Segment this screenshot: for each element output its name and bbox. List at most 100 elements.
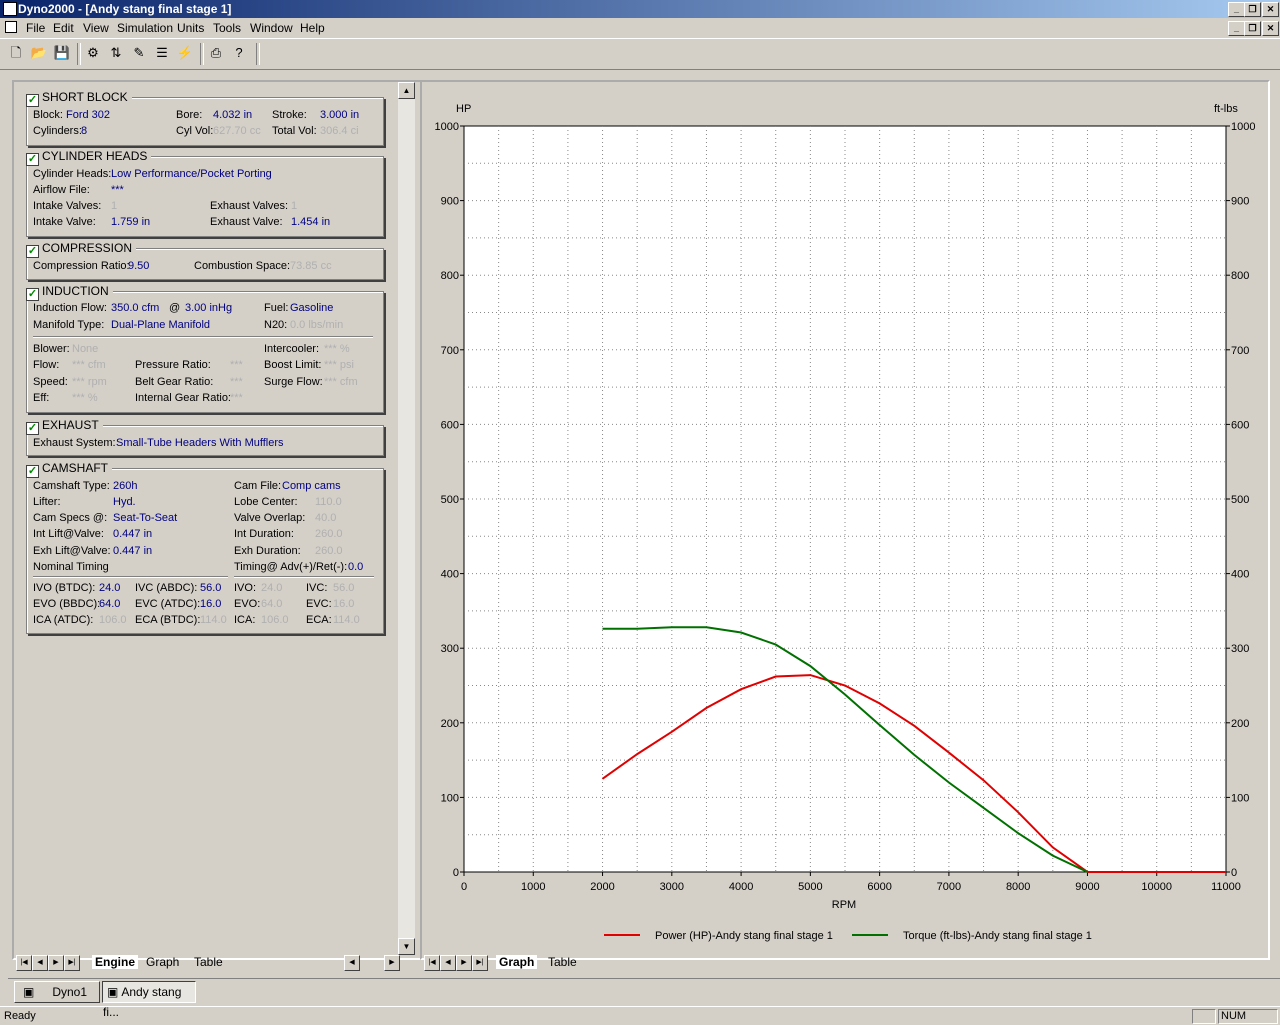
child-restore-icon[interactable]: ❐ — [1244, 21, 1261, 36]
cam-icon[interactable]: ⇅ — [106, 43, 126, 63]
print-icon[interactable]: ⎙ — [206, 43, 226, 63]
boost-limit-value: *** psi — [324, 359, 354, 371]
bore-label: Bore: — [176, 109, 203, 121]
checkbox-icon[interactable]: ✓ — [26, 288, 39, 301]
stroke-value[interactable]: 3.000 in — [320, 109, 359, 121]
checkbox-icon[interactable]: ✓ — [26, 422, 39, 435]
airflow-value[interactable]: *** — [111, 184, 124, 196]
tab-graph-right[interactable]: Graph — [496, 955, 538, 969]
scroll-right-icon[interactable]: ▶ — [384, 955, 400, 971]
induction-header[interactable]: ✓ INDUCTION — [26, 284, 113, 301]
legend-power-label: Power (HP)-Andy stang final stage 1 — [655, 930, 833, 942]
x-tick-label: 5000 — [798, 881, 822, 893]
menu-units[interactable]: Units — [177, 21, 204, 35]
ivo-value[interactable]: 24.0 — [99, 582, 120, 594]
evo-value[interactable]: 64.0 — [99, 598, 120, 610]
save-icon[interactable]: 💾 — [52, 43, 72, 63]
restore-icon[interactable]: ❐ — [1244, 2, 1261, 17]
cylinder-heads-header[interactable]: ✓ CYLINDER HEADS — [26, 149, 152, 166]
engine-icon[interactable]: ⚙ — [83, 43, 103, 63]
menu-window[interactable]: Window — [250, 21, 293, 35]
child-minimize-icon[interactable]: _ — [1228, 21, 1245, 36]
y2-tick-label: 100 — [1231, 792, 1249, 804]
doc-icon[interactable] — [5, 21, 17, 33]
divider — [33, 336, 373, 338]
first-tab-icon[interactable]: |◀ — [424, 955, 440, 971]
lifter-value[interactable]: Hyd. — [113, 496, 136, 508]
cam-specs-value[interactable]: Seat-To-Seat — [113, 512, 177, 524]
y-tick-label: 100 — [441, 792, 459, 804]
menu-help[interactable]: Help — [300, 21, 325, 35]
prev-tab-icon[interactable]: ◀ — [440, 955, 456, 971]
block-value[interactable]: Ford 302 — [66, 109, 110, 121]
ivc-value[interactable]: 56.0 — [200, 582, 221, 594]
new-icon[interactable]: 🗋 — [6, 43, 26, 63]
tools-icon[interactable]: ✎ — [129, 43, 149, 63]
tab-graph[interactable]: Graph — [146, 955, 179, 969]
child-close-icon[interactable]: ✕ — [1262, 21, 1279, 36]
timing-adv-value[interactable]: 0.0 — [348, 561, 363, 573]
cylinders-value[interactable]: 8 — [81, 125, 87, 137]
y-tick-label: 300 — [441, 643, 459, 655]
eff-label: Eff: — [33, 392, 50, 404]
task-andy-stang[interactable]: ▣ Andy stang fi... — [102, 981, 196, 1019]
eff-value: *** % — [72, 392, 98, 404]
scroll-down-icon[interactable]: ▼ — [398, 938, 415, 955]
camshaft-header[interactable]: ✓ CAMSHAFT — [26, 461, 112, 478]
blower-flow-value: *** cfm — [72, 359, 106, 371]
first-tab-icon[interactable]: |◀ — [16, 955, 32, 971]
vertical-scrollbar[interactable]: ▲ ▼ — [398, 82, 415, 955]
int-lift-value[interactable]: 0.447 in — [113, 528, 152, 540]
prev-tab-icon[interactable]: ◀ — [32, 955, 48, 971]
checkbox-icon[interactable]: ✓ — [26, 245, 39, 258]
fuel-value[interactable]: Gasoline — [290, 302, 333, 314]
induction-flow-value[interactable]: 350.0 cfm — [111, 302, 159, 314]
x-tick-label: 4000 — [729, 881, 753, 893]
camshaft-type-value[interactable]: 260h — [113, 480, 137, 492]
menu-view[interactable]: View — [83, 21, 109, 35]
open-icon[interactable]: 📂 — [29, 43, 49, 63]
menu-tools[interactable]: Tools — [213, 21, 241, 35]
manifold-value[interactable]: Dual-Plane Manifold — [111, 319, 210, 331]
short-block-header[interactable]: ✓ SHORT BLOCK — [26, 90, 132, 107]
last-tab-icon[interactable]: ▶| — [472, 955, 488, 971]
exhaust-system-value[interactable]: Small-Tube Headers With Mufflers — [116, 437, 284, 449]
exhaust-header[interactable]: ✓ EXHAUST — [26, 418, 103, 435]
close-icon[interactable]: ✕ — [1262, 2, 1279, 17]
menu-file[interactable]: File — [26, 21, 45, 35]
compression-header[interactable]: ✓ COMPRESSION — [26, 241, 137, 258]
y-tick-label: 500 — [441, 494, 459, 506]
heads-icon[interactable]: ☰ — [152, 43, 172, 63]
menu-edit[interactable]: Edit — [53, 21, 74, 35]
evc-value[interactable]: 16.0 — [200, 598, 221, 610]
heads-value[interactable]: Low Performance/Pocket Porting — [111, 168, 272, 180]
tab-table[interactable]: Table — [194, 955, 223, 969]
dyno-icon[interactable]: ⚡ — [175, 43, 195, 63]
speed-value: *** rpm — [72, 376, 107, 388]
compression-ratio-value[interactable]: 9.50 — [128, 260, 149, 272]
y2-tick-label: 300 — [1231, 643, 1249, 655]
y-tick-label: 200 — [441, 718, 459, 730]
cam-file-value[interactable]: Comp cams — [282, 480, 341, 492]
exh-lift-value[interactable]: 0.447 in — [113, 545, 152, 557]
inhg-value[interactable]: 3.00 inHg — [185, 302, 232, 314]
task-dyno1[interactable]: ▣ Dyno1 — [14, 981, 100, 1003]
tab-engine[interactable]: Engine — [92, 955, 139, 969]
minimize-icon[interactable]: _ — [1228, 2, 1245, 17]
scroll-up-icon[interactable]: ▲ — [398, 82, 415, 99]
menu-simulation[interactable]: Simulation — [117, 21, 173, 35]
intake-valve-value[interactable]: 1.759 in — [111, 216, 150, 228]
exh-duration-value: 260.0 — [315, 545, 343, 557]
help-icon[interactable]: ? — [229, 43, 249, 63]
scroll-left-icon[interactable]: ◀ — [344, 955, 360, 971]
next-tab-icon[interactable]: ▶ — [456, 955, 472, 971]
next-tab-icon[interactable]: ▶ — [48, 955, 64, 971]
exhaust-valve-value[interactable]: 1.454 in — [291, 216, 330, 228]
y-tick-label: 900 — [441, 196, 459, 208]
checkbox-icon[interactable]: ✓ — [26, 153, 39, 166]
checkbox-icon[interactable]: ✓ — [26, 94, 39, 107]
last-tab-icon[interactable]: ▶| — [64, 955, 80, 971]
checkbox-icon[interactable]: ✓ — [26, 465, 39, 478]
tab-table-right[interactable]: Table — [548, 955, 577, 969]
bore-value[interactable]: 4.032 in — [213, 109, 252, 121]
